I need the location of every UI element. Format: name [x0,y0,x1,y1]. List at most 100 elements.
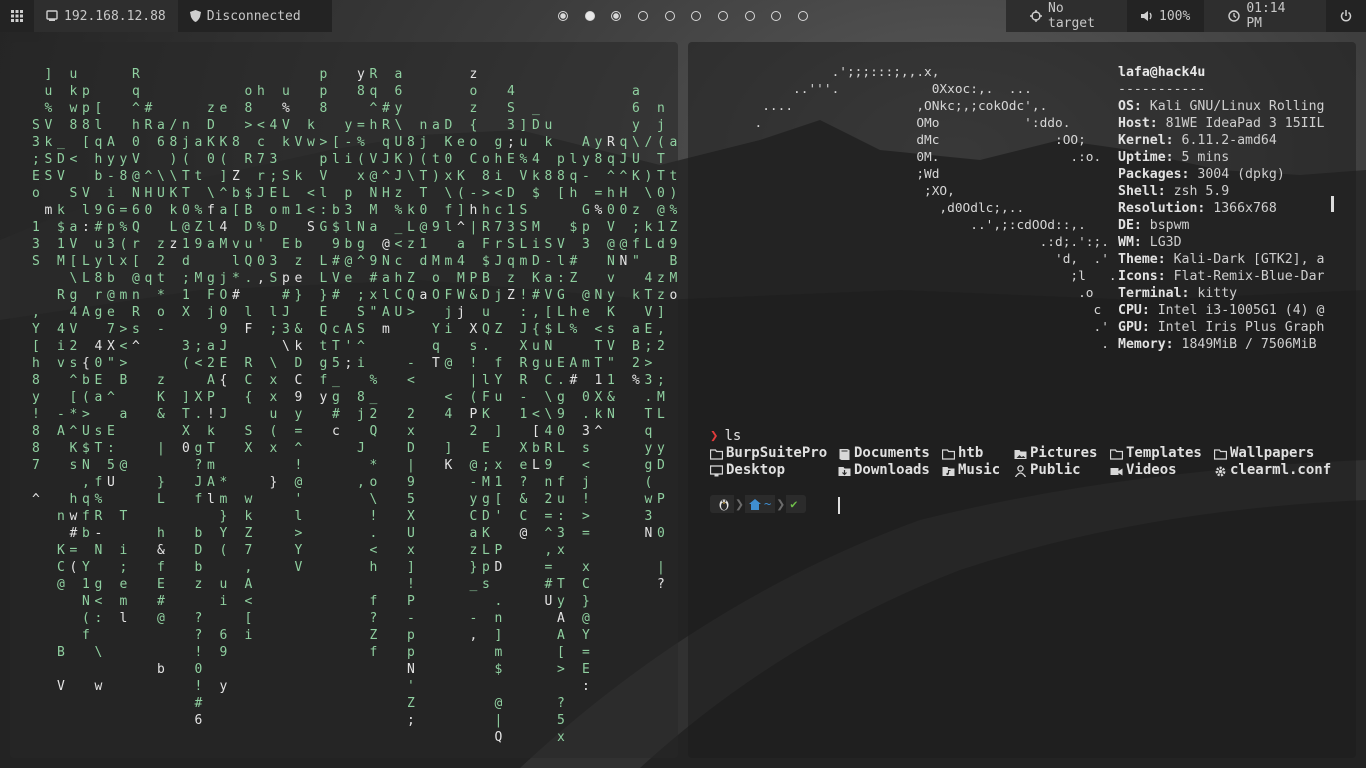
matrix-char: @ [495,696,503,711]
menu-button[interactable] [0,0,34,32]
matrix-char: . [557,373,565,388]
matrix-char: L [557,305,565,320]
matrix-char: \ [407,169,415,184]
matrix-char: 0 [220,305,228,320]
matrix-char: r [495,237,503,252]
workspace-1-dot[interactable] [558,11,568,21]
workspace-2-dot[interactable] [584,11,595,21]
workspace-8-dot[interactable] [744,11,755,21]
target-module[interactable]: No target [1006,0,1127,32]
matrix-char: ' [407,679,415,694]
matrix-char: [ [132,254,140,269]
matrix-char: " [632,254,640,269]
ls-entry[interactable]: htb [942,445,1014,462]
matrix-char: k [595,407,603,422]
matrix-char: V [295,135,303,150]
matrix-char: j [457,305,465,320]
info-key: Packages [1118,167,1182,182]
ip-module[interactable]: 192.168.12.88 [34,0,178,32]
workspace-9-dot[interactable] [771,11,782,21]
cmatrix-window[interactable]: S 3; Eo 1 3 S, Y[h 8 y! 8 8 7 ^] u% Vk S Sm _ D Vk $1 M R 4 i v - A… [10,42,678,758]
matrix-char: R [132,305,140,320]
matrix-char: k [532,169,540,184]
ls-entry[interactable]: clearml.conf [1214,462,1344,479]
ls-entry[interactable]: Music [942,462,1014,479]
matrix-char: W [457,288,465,303]
ls-entry-name: Downloads [854,462,930,478]
matrix-char: s [70,458,78,473]
matrix-char: - [545,254,553,269]
matrix-char: ) [670,186,678,201]
matrix-char: q [620,135,628,150]
vpn-module[interactable]: Disconnected [177,0,332,32]
ls-output: BurpSuitePro Documents htb Pictures Template… [710,445,1344,479]
ls-entry[interactable]: Templates [1110,445,1214,462]
matrix-char: 8 [170,135,178,150]
terminal-window[interactable]: .';;;:::;,,.x, ..'''. 0Xxoc:,. ... .... … [688,42,1356,758]
workspace-3-dot[interactable] [611,11,622,21]
matrix-char: r [257,169,265,184]
matrix-char: # [332,407,340,422]
matrix-char: L [170,220,178,235]
matrix-char: 8 [82,118,90,133]
matrix-char: p [320,67,328,82]
info-value: 81WE IdeaPad 3 15IIL [1165,116,1325,131]
matrix-char: F [482,237,490,252]
workspace-4-dot[interactable] [637,11,648,21]
matrix-char: C [245,373,253,388]
matrix-char: D [657,458,665,473]
matrix-char: N [595,288,603,303]
matrix-char: \ [545,407,553,422]
matrix-char: S [307,220,315,235]
ls-entry[interactable]: Desktop [710,462,838,479]
matrix-char: T [432,356,440,371]
matrix-char: % [195,203,203,218]
ls-entry[interactable]: Documents [838,445,942,462]
matrix-char: j [657,118,665,133]
matrix-char: 7 [495,220,503,235]
clock-module[interactable]: 01:14 PM [1204,0,1326,32]
ls-entry[interactable]: BurpSuitePro [710,445,838,462]
matrix-char: s [607,322,615,337]
matrix-char: @ [420,220,428,235]
matrix-char: y [645,441,653,456]
matrix-char: g [195,441,203,456]
matrix-char: M [482,475,490,490]
matrix-char: B [245,203,253,218]
matrix-char: E [157,577,165,592]
matrix-char: \ [70,271,78,286]
matrix-char: { [220,373,228,388]
clock-time: 01:14 PM [1246,1,1286,31]
workspace-10-dot[interactable] [797,11,808,21]
matrix-char: 9 [95,203,103,218]
ls-entry[interactable]: Videos [1110,462,1214,479]
matrix-char: k [282,135,290,150]
matrix-char: h [395,271,403,286]
ls-entry[interactable]: Wallpapers [1214,445,1344,462]
power-button[interactable] [1326,0,1366,32]
info-colon: : [1157,269,1174,284]
matrix-char: M [532,220,540,235]
matrix-char: ^ [132,339,140,354]
workspace-6-dot[interactable] [691,11,702,21]
ls-entry[interactable]: Public [1014,462,1110,479]
matrix-char: E [645,322,653,337]
ls-entry[interactable]: Downloads [838,462,942,479]
matrix-char: z [407,237,415,252]
scrollbar[interactable] [1331,196,1334,212]
volume-module[interactable]: 100% [1127,0,1205,32]
matrix-char: F [245,322,253,337]
matrix-char: a [70,220,78,235]
matrix-char: < [70,152,78,167]
matrix-char: T [420,186,428,201]
matrix-char: E [107,424,115,439]
matrix-char: N [407,662,415,677]
matrix-char: E [557,356,565,371]
matrix-char: e [295,271,303,286]
info-row: Terminal: kitty [1118,285,1328,302]
matrix-char: { [82,356,90,371]
ls-entry[interactable]: Pictures [1014,445,1110,462]
workspace-7-dot[interactable] [717,11,728,21]
matrix-char: s [482,577,490,592]
workspace-5-dot[interactable] [664,11,675,21]
